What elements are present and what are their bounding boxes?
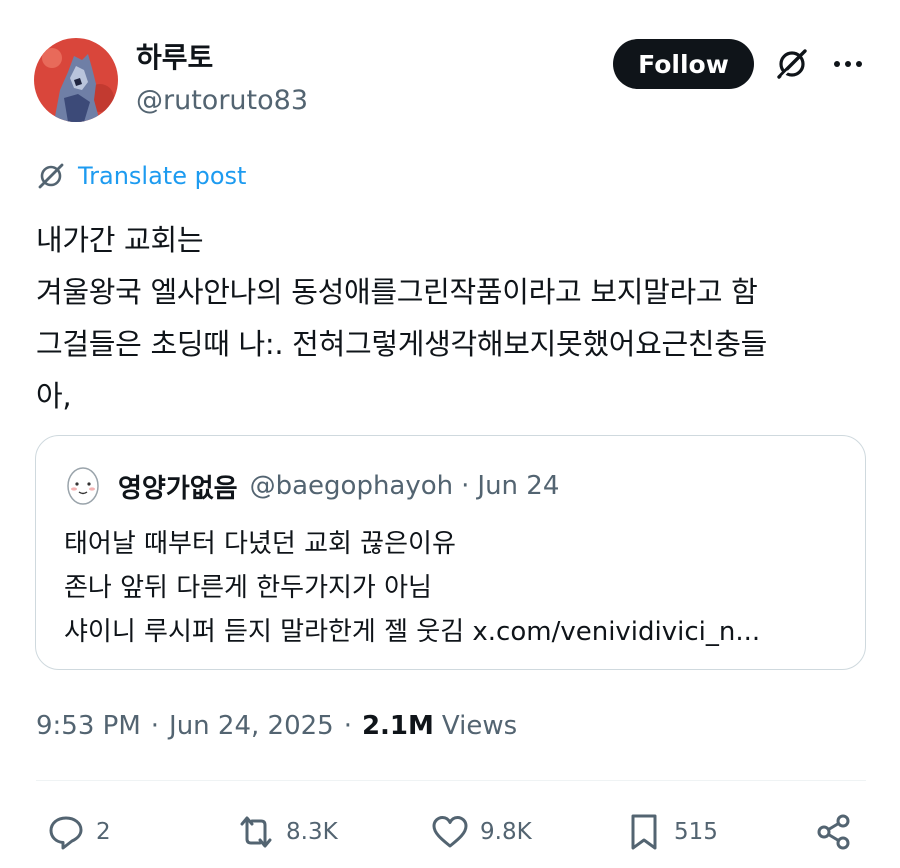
reply-button[interactable]: 2 [46, 810, 111, 854]
meta-separator: · [150, 711, 160, 741]
post-line: 내가간 교회는 [36, 223, 204, 257]
meta-separator: · [343, 711, 352, 741]
post-line: 아, [36, 379, 72, 413]
quote-line: 존나 앞뒤 다른게 한두가지가 아님 [64, 573, 432, 603]
post-text: 내가간 교회는 겨울왕국 엘사안나의 동성애를그린작품이라고 보지말라고 함 그… [36, 214, 876, 422]
follow-button[interactable]: Follow [613, 39, 754, 89]
quote-line: 샤이니 루시퍼 듣지 말라한게 젤 웃김 x.com/venividivici_… [64, 617, 761, 647]
views-label: Views [441, 711, 518, 741]
author-avatar[interactable] [34, 38, 118, 122]
post-line: 그걸들은 초딩때 나:. 전혀그렇게생각해보지못했어요근친충들 [36, 327, 768, 361]
like-button[interactable]: 9.8K [430, 810, 532, 854]
quote-display-name[interactable]: 영양가없음 [118, 468, 238, 505]
bookmark-button[interactable]: 515 [624, 810, 718, 854]
quote-text: 태어날 때부터 다녔던 교회 끊은이유 존나 앞뒤 다른게 한두가지가 아님 샤… [64, 522, 760, 654]
post-time[interactable]: 9:53 PM [36, 711, 141, 741]
post-date[interactable]: Jun 24, 2025 [169, 711, 334, 741]
repost-count: 8.3K [286, 819, 338, 845]
more-icon [834, 61, 862, 67]
grok-translate-icon [38, 163, 64, 189]
reply-icon [49, 816, 83, 850]
heart-icon [432, 816, 468, 848]
bookmark-count: 515 [674, 819, 718, 845]
bookmark-icon [631, 814, 657, 850]
quote-avatar[interactable] [64, 464, 102, 508]
views-count: 2.1M [361, 711, 434, 741]
more-options-button[interactable] [830, 46, 866, 82]
grok-icon [777, 49, 807, 79]
quote-date[interactable]: Jun 24 [477, 471, 559, 501]
quote-line: 태어날 때부터 다녔던 교회 끊은이유 [64, 529, 456, 559]
quote-header: 영양가없음 @baegophayoh · Jun 24 [118, 468, 559, 504]
share-icon [817, 814, 850, 850]
reply-count: 2 [96, 819, 111, 845]
quote-handle[interactable]: @baegophayoh [250, 471, 454, 501]
quoted-post-card[interactable]: 영양가없음 @baegophayoh · Jun 24 태어날 때부터 다녔던 … [35, 435, 866, 670]
like-count: 9.8K [480, 819, 532, 845]
post-line: 겨울왕국 엘사안나의 동성애를그린작품이라고 보지말라고 함 [36, 275, 758, 309]
avatar-illustration-icon [34, 38, 118, 122]
translate-post-link[interactable]: Translate post [36, 158, 246, 194]
share-button[interactable] [814, 810, 854, 854]
quote-separator: · [461, 471, 470, 501]
author-display-name[interactable]: 하루토 [136, 40, 213, 76]
grok-button[interactable] [774, 46, 810, 82]
post-meta: 9:53 PM · Jun 24, 2025 · 2.1M Views [36, 706, 517, 746]
repost-button[interactable]: 8.3K [236, 810, 338, 854]
divider [36, 780, 866, 781]
author-handle[interactable]: @rutoruto83 [136, 84, 308, 118]
repost-icon [240, 816, 272, 848]
translate-post-label: Translate post [78, 162, 247, 190]
